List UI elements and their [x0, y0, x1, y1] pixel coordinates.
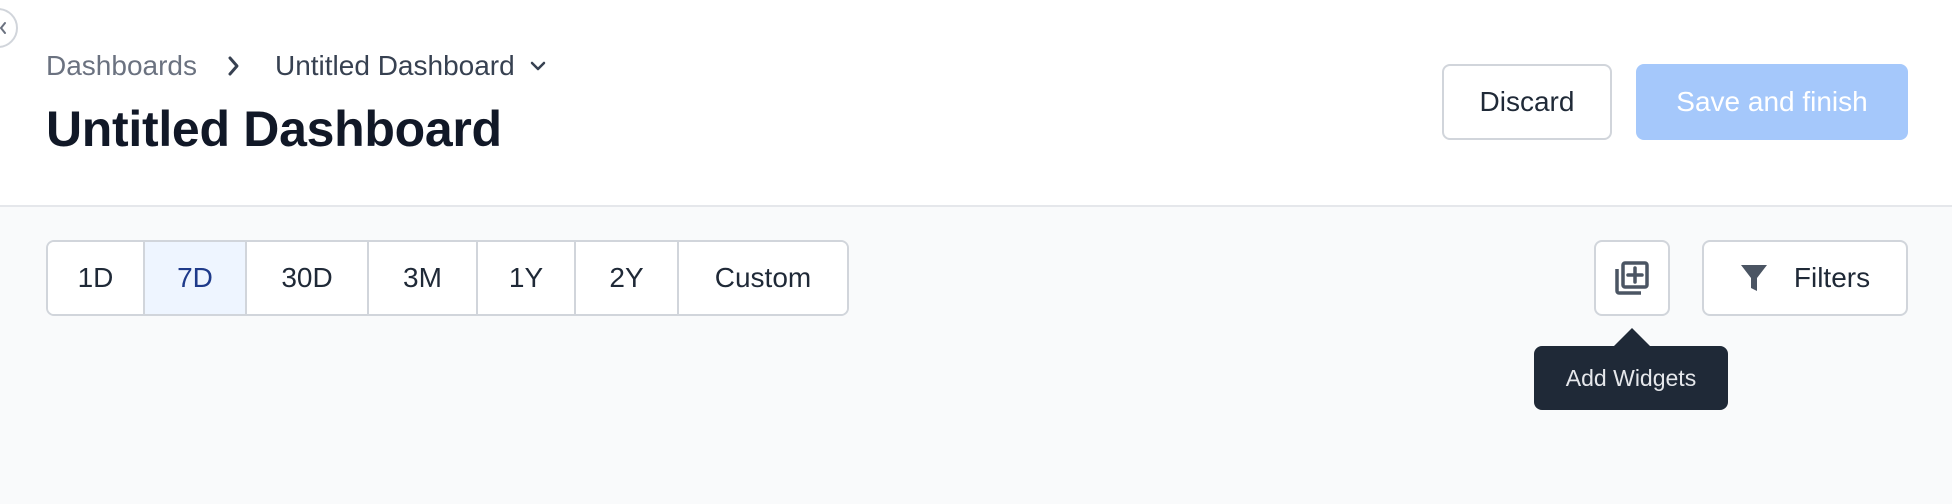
range-custom-button[interactable]: Custom — [679, 242, 847, 314]
page-header: Dashboards Untitled Dashboard Untitled D… — [0, 0, 1952, 207]
breadcrumb-dashboards-link[interactable]: Dashboards — [46, 50, 197, 82]
page-title: Untitled Dashboard — [46, 101, 502, 157]
range-7d-button[interactable]: 7D — [145, 242, 247, 314]
save-and-finish-button[interactable]: Save and finish — [1636, 64, 1908, 140]
funnel-icon — [1740, 265, 1767, 291]
chevron-down-icon — [530, 61, 545, 71]
range-3m-button[interactable]: 3M — [369, 242, 478, 314]
time-range-selector: 1D 7D 30D 3M 1Y 2Y Custom — [46, 240, 849, 316]
chevron-left-icon — [0, 22, 6, 34]
dashboard-switcher[interactable]: Untitled Dashboard — [275, 50, 547, 82]
filters-label: Filters — [1793, 262, 1871, 293]
discard-button[interactable]: Discard — [1442, 64, 1612, 140]
range-1y-button[interactable]: 1Y — [478, 242, 576, 314]
chevron-right-icon — [227, 55, 241, 77]
add-widgets-button[interactable] — [1594, 240, 1670, 316]
breadcrumb: Dashboards Untitled Dashboard — [46, 48, 547, 84]
add-widgets-tooltip: Add Widgets — [1534, 346, 1728, 410]
range-2y-button[interactable]: 2Y — [576, 242, 679, 314]
range-1d-button[interactable]: 1D — [48, 242, 145, 314]
library-add-icon — [1615, 261, 1649, 295]
breadcrumb-current-label: Untitled Dashboard — [274, 50, 515, 81]
filters-button[interactable]: Filters — [1702, 240, 1908, 316]
dashboard-editor: Dashboards Untitled Dashboard Untitled D… — [0, 0, 1952, 504]
tooltip-arrow — [1612, 328, 1652, 348]
range-30d-button[interactable]: 30D — [247, 242, 369, 314]
sidebar-toggle[interactable] — [0, 8, 18, 48]
